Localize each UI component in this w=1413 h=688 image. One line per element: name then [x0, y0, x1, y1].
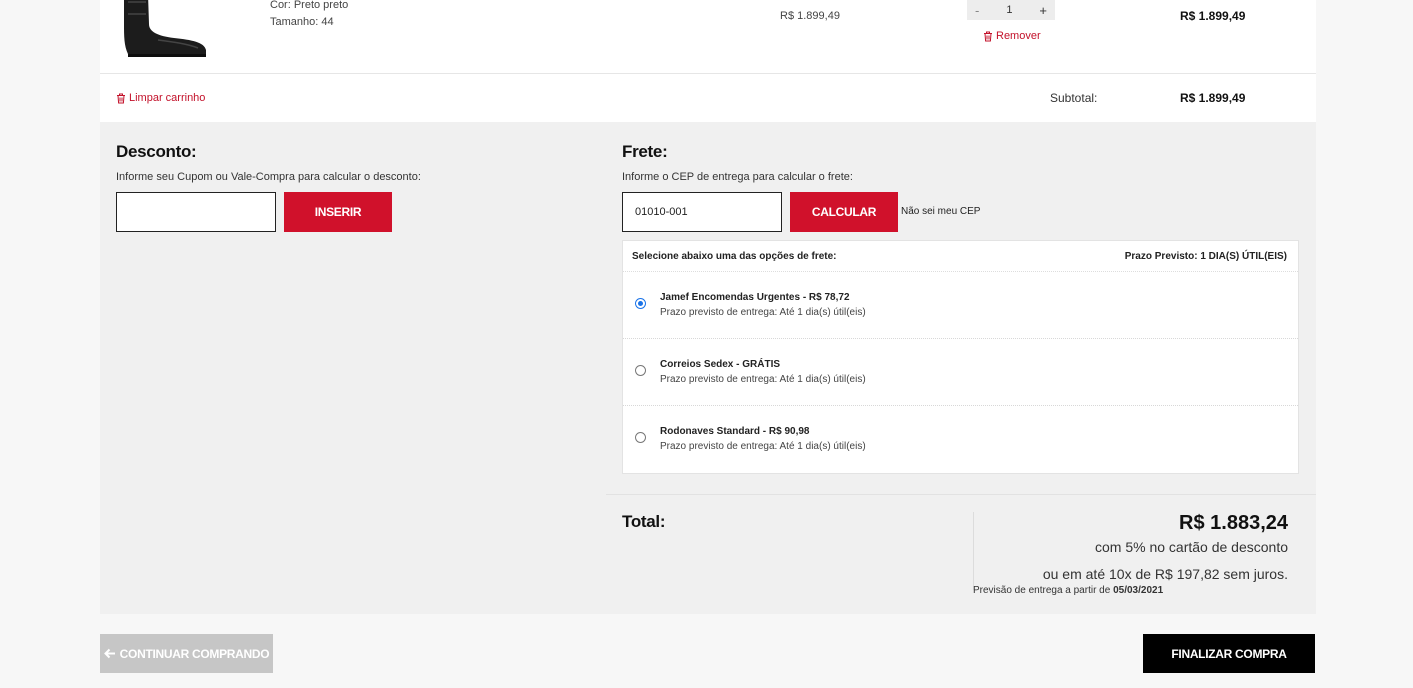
- shipping-option[interactable]: Correios Sedex - GRÁTIS Prazo previsto d…: [623, 339, 1298, 406]
- shipping-options-box: Selecione abaixo uma das opções de frete…: [622, 240, 1299, 474]
- options-header-label: Selecione abaixo uma das opções de frete…: [632, 250, 837, 262]
- unit-price: R$ 1.899,49: [780, 10, 840, 22]
- total-discount-note: com 5% no cartão de desconto: [1094, 539, 1288, 555]
- shipping-title: Frete:: [622, 142, 668, 161]
- trash-icon: [117, 93, 125, 103]
- product-image[interactable]: [118, 0, 210, 60]
- arrow-left-icon: [103, 648, 115, 659]
- shipping-option-title: Rodonaves Standard - R$ 90,98: [660, 426, 810, 437]
- product-size: Tamanho: 44: [270, 16, 334, 28]
- coupon-input[interactable]: [116, 192, 276, 232]
- discount-title: Desconto:: [116, 142, 197, 161]
- trash-icon: [984, 31, 992, 41]
- checkout-button[interactable]: FINALIZAR COMPRA: [1143, 634, 1315, 673]
- shipping-option-title: Correios Sedex - GRÁTIS: [660, 359, 781, 370]
- row-divider: [100, 73, 1316, 74]
- remove-item-link[interactable]: Remover: [983, 30, 1041, 42]
- shipping-option-radio[interactable]: [635, 432, 646, 443]
- line-total: R$ 1.899,49: [1180, 9, 1246, 23]
- cep-input[interactable]: 01010-001: [622, 192, 782, 232]
- insert-coupon-button[interactable]: INSERIR: [284, 192, 392, 232]
- shipping-option-sub: Prazo previsto de entrega: Até 1 dia(s) …: [660, 307, 866, 318]
- continue-shopping-label: CONTINUAR COMPRANDO: [119, 646, 270, 661]
- delivery-date: 05/03/2021: [1113, 585, 1164, 596]
- clear-cart-label: Limpar carrinho: [129, 92, 206, 104]
- total-divider: [606, 494, 1316, 495]
- shipping-option-sub: Prazo previsto de entrega: Até 1 dia(s) …: [660, 374, 866, 385]
- total-installments: ou em até 10x de R$ 197,82 sem juros.: [1042, 566, 1288, 582]
- unknown-cep-link[interactable]: Não sei meu CEP: [901, 206, 980, 217]
- subtotal-value: R$ 1.899,49: [1180, 91, 1246, 105]
- remove-item-label: Remover: [996, 30, 1041, 42]
- subtotal-label: Subtotal:: [1050, 91, 1098, 105]
- quantity-stepper: - 1 +: [967, 0, 1055, 20]
- qty-increase-button[interactable]: +: [1039, 3, 1047, 18]
- calculate-shipping-button[interactable]: CALCULAR: [790, 192, 898, 232]
- shipping-option-radio[interactable]: [635, 298, 646, 309]
- total-vertical-divider: [973, 512, 974, 590]
- shipping-option-title: Jamef Encomendas Urgentes - R$ 78,72: [660, 292, 850, 303]
- delivery-estimate: Previsão de entrega a partir de 05/03/20…: [973, 585, 1163, 596]
- delivery-prefix: Previsão de entrega a partir de: [973, 585, 1111, 596]
- continue-shopping-button[interactable]: CONTINUAR COMPRANDO: [100, 634, 273, 673]
- shipping-options-header: Selecione abaixo uma das opções de frete…: [623, 241, 1298, 272]
- clear-cart-link[interactable]: Limpar carrinho: [116, 92, 205, 104]
- qty-decrease-button[interactable]: -: [975, 3, 979, 18]
- shipping-option-radio[interactable]: [635, 365, 646, 376]
- qty-value[interactable]: 1: [1006, 4, 1012, 16]
- shipping-option[interactable]: Rodonaves Standard - R$ 90,98 Prazo prev…: [623, 406, 1298, 473]
- total-value: R$ 1.883,24: [1179, 512, 1288, 534]
- total-label: Total:: [622, 512, 666, 531]
- discount-hint: Informe seu Cupom ou Vale-Compra para ca…: [116, 171, 421, 183]
- product-color: Cor: Preto preto: [270, 0, 349, 11]
- shipping-option-sub: Prazo previsto de entrega: Até 1 dia(s) …: [660, 441, 866, 452]
- estimate-header-label: Prazo Previsto: 1 DIA(S) ÚTIL(EIS): [1124, 250, 1287, 262]
- shipping-hint: Informe o CEP de entrega para calcular o…: [622, 171, 853, 183]
- shipping-option[interactable]: Jamef Encomendas Urgentes - R$ 78,72 Pra…: [623, 272, 1298, 339]
